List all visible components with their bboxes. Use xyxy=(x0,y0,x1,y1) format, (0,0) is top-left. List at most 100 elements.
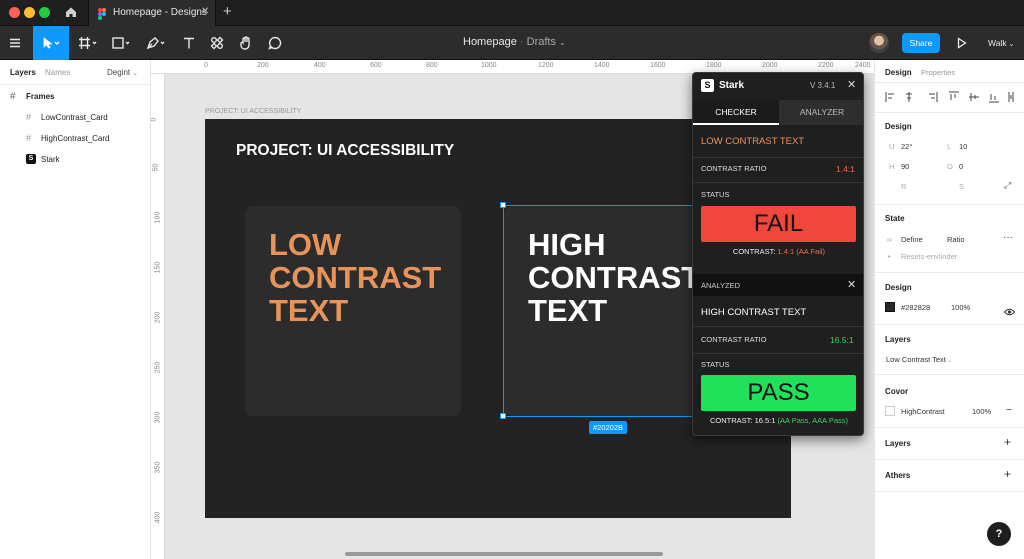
close-tab-icon[interactable]: ✕ xyxy=(201,6,209,17)
h-field-label: H xyxy=(889,162,895,171)
analyzed-label: ANALYZED xyxy=(701,281,741,290)
file-tab[interactable]: Homepage - Designs ✕ xyxy=(88,0,216,26)
main-menu-button[interactable] xyxy=(4,26,26,60)
fill-hex[interactable]: #282828 xyxy=(901,303,930,312)
layer-item[interactable]: HighContrast_Card xyxy=(41,134,109,143)
more-icon[interactable]: ··· xyxy=(1003,232,1013,243)
file-breadcrumb[interactable]: Homepage · Drafts ⌄ xyxy=(463,36,566,48)
state-ratio[interactable]: Ratio xyxy=(947,235,965,244)
page-selector[interactable]: Degint ⌄ xyxy=(107,68,138,77)
eye-icon[interactable] xyxy=(1003,303,1016,321)
maximize-window-button[interactable] xyxy=(39,7,50,18)
hand-tool-button[interactable] xyxy=(235,26,257,60)
caret-icon: ▸ xyxy=(888,254,892,260)
add-icon[interactable]: + xyxy=(1004,435,1011,449)
pen-tool-button[interactable] xyxy=(142,26,170,60)
ruler-tick: 1600 xyxy=(650,62,666,69)
state-sub-item[interactable]: Resets-envlinder xyxy=(901,252,957,261)
ruler-tick: 200 xyxy=(257,62,269,69)
cover-swatch[interactable] xyxy=(885,406,895,416)
summary-value: 1.4:1 (AA Fail) xyxy=(777,247,826,256)
frame-icon: # xyxy=(26,133,32,143)
close-icon[interactable]: ✕ xyxy=(847,78,856,91)
selection-handle[interactable] xyxy=(500,413,506,419)
align-left-icon[interactable] xyxy=(885,92,894,102)
present-icon[interactable] xyxy=(957,36,967,54)
u-field-value[interactable]: 22° xyxy=(901,142,912,151)
text-tool-button[interactable] xyxy=(178,26,200,60)
resize-icon[interactable]: ⤢ xyxy=(1004,180,1011,191)
r-field-label[interactable]: R xyxy=(901,182,906,191)
ruler-tick: 600 xyxy=(370,62,382,69)
frames-icon: # xyxy=(10,91,16,102)
avatar[interactable] xyxy=(869,33,889,53)
low-contrast-card[interactable]: LOW CONTRAST TEXT xyxy=(245,206,461,416)
divider xyxy=(693,353,863,354)
selection-handle[interactable] xyxy=(500,202,506,208)
tab-design[interactable]: Design xyxy=(885,68,912,77)
ruler-tick: 1200 xyxy=(538,62,554,69)
tab-properties[interactable]: Properties xyxy=(921,68,955,77)
pass-label: PASS xyxy=(747,379,810,406)
u-field-label: U xyxy=(889,142,895,151)
align-center-icon[interactable] xyxy=(906,92,912,102)
cover-name[interactable]: HighContrast xyxy=(901,407,945,416)
align-right-icon[interactable] xyxy=(929,92,938,102)
walk-dropdown[interactable]: Walk ⌄ xyxy=(988,38,1014,48)
new-tab-icon[interactable]: + xyxy=(223,3,232,20)
tab-analyzer[interactable]: ANALYZER xyxy=(779,100,863,125)
layer-dropdown[interactable]: Low Contrast Text ⌄ xyxy=(886,355,953,364)
close-icon[interactable]: ✕ xyxy=(847,278,856,291)
ruler-tick: 2200 xyxy=(818,62,834,69)
align-middle-icon[interactable] xyxy=(969,93,979,101)
help-button[interactable]: ? xyxy=(987,522,1011,546)
components-tool-button[interactable] xyxy=(206,26,228,60)
distribute-icon[interactable] xyxy=(1008,92,1014,102)
s-field-label[interactable]: S xyxy=(959,182,964,191)
tab-layers[interactable]: Layers xyxy=(10,68,36,77)
chevron-down-icon: ⌄ xyxy=(559,38,566,47)
align-bottom-icon[interactable] xyxy=(989,94,999,103)
ruler-tick: 300 xyxy=(154,411,162,424)
o-field-value[interactable]: 0 xyxy=(959,162,963,171)
high-contrast-heading: HIGH CONTRAST TEXT xyxy=(701,307,807,318)
tab-title: Homepage - Designs xyxy=(113,7,207,18)
breadcrumb-separator: · xyxy=(519,36,527,48)
add-icon[interactable]: + xyxy=(1004,467,1011,481)
horizontal-scrollbar[interactable] xyxy=(345,552,663,556)
share-button[interactable]: Share xyxy=(902,33,940,53)
fill-swatch[interactable] xyxy=(885,302,895,312)
close-window-button[interactable] xyxy=(9,7,20,18)
state-define[interactable]: Define xyxy=(901,235,923,244)
align-top-icon[interactable] xyxy=(949,91,959,100)
contrast-ratio-value: 1.4:1 xyxy=(836,164,855,174)
minus-icon[interactable]: − xyxy=(1006,405,1012,416)
l-field-label: L xyxy=(947,142,952,151)
summary-value: (AA Pass, AAA Pass) xyxy=(777,416,848,425)
l-field-value[interactable]: 10 xyxy=(959,142,967,151)
contrast-ratio-label: CONTRAST RATIO xyxy=(701,335,767,344)
tab-names[interactable]: Names xyxy=(45,68,70,77)
minimize-window-button[interactable] xyxy=(24,7,35,18)
ruler-tick: 1000 xyxy=(481,62,497,69)
divider xyxy=(875,82,1024,83)
layer-item[interactable]: LowContrast_Card xyxy=(41,113,108,122)
toolbar: Homepage · Drafts ⌄ Share Walk ⌄ xyxy=(0,26,1024,60)
shape-tool-button[interactable] xyxy=(108,26,134,60)
home-icon[interactable] xyxy=(64,5,78,24)
chevron-down-icon: ⌄ xyxy=(130,70,138,77)
frames-section-title[interactable]: Frames xyxy=(26,92,54,101)
comment-tool-button[interactable] xyxy=(264,26,286,60)
h-field-value[interactable]: 90 xyxy=(901,162,909,171)
frame-tool-button[interactable] xyxy=(75,26,101,60)
layer-dropdown-value: Low Contrast Text xyxy=(886,355,946,364)
cover-opacity[interactable]: 100% xyxy=(972,407,991,416)
frame-label[interactable]: PROJECT: UI ACCESSIBILITY xyxy=(205,108,301,115)
layer-item[interactable]: Stark xyxy=(41,155,60,164)
chevron-down-icon: ⌄ xyxy=(945,358,953,364)
alignment-toolbar xyxy=(885,90,1017,104)
tab-bar: Homepage - Designs ✕ + xyxy=(0,0,1024,26)
move-tool-button[interactable] xyxy=(33,26,69,60)
tab-checker[interactable]: CHECKER xyxy=(693,100,779,125)
fill-opacity[interactable]: 100% xyxy=(951,303,970,312)
